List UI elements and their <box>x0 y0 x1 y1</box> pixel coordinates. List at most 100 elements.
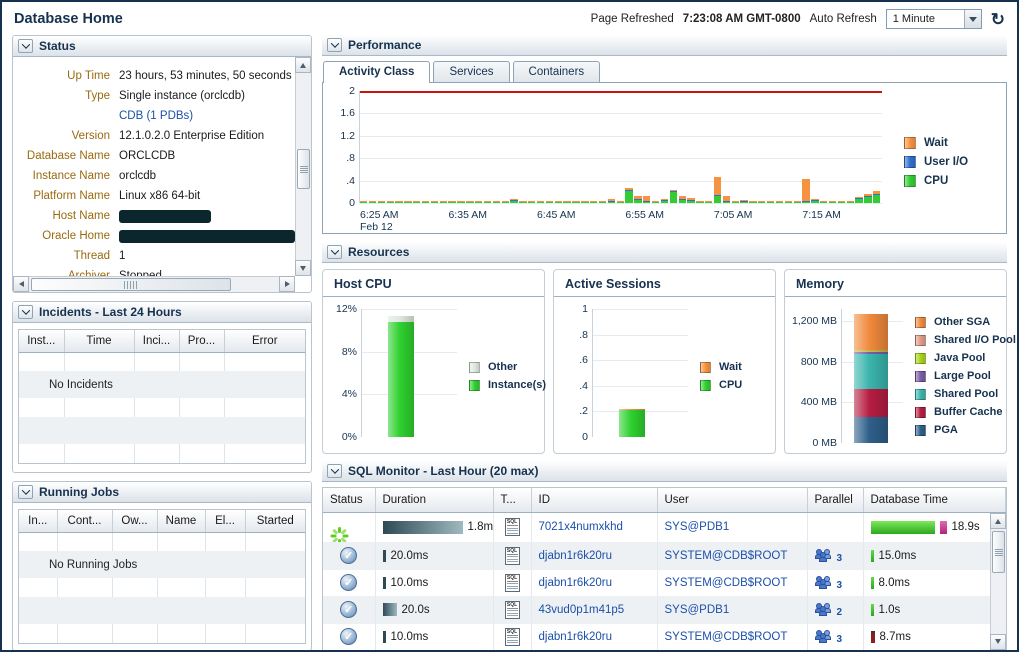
gridline <box>593 334 688 336</box>
memory-title: Memory <box>785 270 1006 297</box>
legend-label: CPU <box>719 379 743 391</box>
column-header[interactable]: T... <box>493 488 532 513</box>
incidents-panel: Incidents - Last 24 Hours Inst... Time I… <box>12 301 312 473</box>
tab-services[interactable]: Services <box>433 61 510 82</box>
column-header[interactable]: User <box>657 488 808 513</box>
column-header[interactable]: Parallel <box>807 488 864 513</box>
tab-containers[interactable]: Containers <box>512 61 601 82</box>
sql-id-link[interactable]: djabn1r6k20ru <box>539 577 613 589</box>
tab-activity-class[interactable]: Activity Class <box>323 61 431 83</box>
column-header[interactable]: Started <box>245 510 305 533</box>
scroll-thumb[interactable] <box>297 149 310 189</box>
column-header[interactable]: Duration <box>375 488 494 513</box>
activity-bar <box>705 200 713 202</box>
activity-bar <box>483 200 492 202</box>
scroll-up-button[interactable] <box>990 513 1006 529</box>
activity-bar <box>731 200 739 202</box>
activity-bar <box>501 201 509 203</box>
auto-refresh-select[interactable]: 1 Minute <box>885 9 982 29</box>
resources-row: Host CPU 12% 8% 4% 0% Other Instance(s) Acti… <box>322 269 1016 454</box>
activity-bar <box>563 201 571 203</box>
refresh-icon[interactable]: ↻ <box>991 11 1005 28</box>
column-header[interactable]: Ow... <box>112 510 158 533</box>
activity-bar <box>598 201 607 203</box>
column-header[interactable]: Database Time <box>863 488 1006 513</box>
activity-bar <box>395 200 403 202</box>
activity-bar <box>846 200 854 202</box>
scroll-thumb[interactable] <box>992 531 1005 573</box>
memory-chart: 1,200 MB 800 MB 400 MB 0 MB Other SGA Shared… <box>785 297 1016 453</box>
sql-id-link[interactable]: 43vud0p1m41p5 <box>539 604 625 616</box>
activity-bar <box>439 201 447 202</box>
legend-swatch <box>469 361 480 373</box>
completed-status-icon: ✓ <box>340 547 358 564</box>
status-label: Version <box>71 130 110 142</box>
running-jobs-panel: Running Jobs In... Cont... Ow... Name El… <box>12 481 312 650</box>
status-value: ORCLCDB <box>119 150 176 162</box>
y-tick-label: 0% <box>341 431 357 443</box>
gridline <box>593 385 688 387</box>
column-header[interactable]: Error <box>224 330 305 353</box>
column-header[interactable]: Status <box>323 488 376 513</box>
column-header[interactable]: El... <box>205 510 246 533</box>
scroll-right-button[interactable] <box>279 276 295 292</box>
dropdown-arrow-button[interactable] <box>963 10 981 28</box>
legend-label: Large Pool <box>934 370 991 382</box>
scroll-up-button[interactable] <box>295 57 311 73</box>
activity-bar <box>811 200 819 203</box>
activity-bar <box>492 201 501 203</box>
column-header[interactable]: Inst... <box>19 330 65 353</box>
column-header[interactable]: Name <box>157 510 206 533</box>
scroll-down-button[interactable] <box>990 633 1006 650</box>
scroll-left-button[interactable] <box>13 276 29 292</box>
activity-bar <box>828 200 837 202</box>
collapse-button[interactable] <box>327 38 342 52</box>
table-row <box>19 444 305 463</box>
activity-bar <box>625 190 633 203</box>
collapse-button[interactable] <box>18 485 33 499</box>
column-header[interactable]: Inci... <box>134 330 180 353</box>
sql-monitor-vertical-scrollbar[interactable] <box>990 513 1006 650</box>
activity-bar <box>811 199 819 201</box>
y-tick-label: .8 <box>346 152 355 165</box>
activity-bar <box>501 201 509 202</box>
activity-bar <box>749 201 757 203</box>
status-horizontal-scrollbar[interactable] <box>13 276 295 292</box>
table-row <box>19 597 305 624</box>
activity-bar <box>828 201 837 203</box>
legend-swatch <box>700 361 711 373</box>
status-value: 12.1.0.2.0 Enterprise Edition <box>119 130 265 142</box>
column-header[interactable]: Time <box>64 330 135 353</box>
status-title: Status <box>39 39 76 53</box>
sql-id-link[interactable]: djabn1r6k20ru <box>539 631 613 643</box>
y-tick-label: .4 <box>579 379 588 392</box>
status-label: Platform Name <box>33 190 110 202</box>
cdb-pdbs-link[interactable]: CDB (1 PDBs) <box>119 110 193 122</box>
scroll-thumb[interactable] <box>31 278 231 291</box>
collapse-button[interactable] <box>327 464 342 478</box>
column-header[interactable]: Cont... <box>57 510 113 533</box>
refreshed-time: 7:23:08 AM GMT-0800 <box>682 13 801 25</box>
scroll-down-button[interactable] <box>295 260 311 276</box>
activity-bar <box>687 200 695 203</box>
status-vertical-scrollbar[interactable] <box>295 57 311 276</box>
activity-bar <box>439 201 447 203</box>
legend-item: Large Pool <box>915 370 1016 382</box>
sql-id-link[interactable]: djabn1r6k20ru <box>539 550 613 562</box>
collapse-button[interactable] <box>18 305 33 319</box>
column-header[interactable]: Pro... <box>179 330 225 353</box>
column-header[interactable]: In... <box>19 510 58 533</box>
activity-bar <box>678 196 686 200</box>
host-cpu-legend: Other Instance(s) <box>457 309 546 443</box>
sql-monitor-rows: 1.8m SQL 7021x4numxkhd SYS@PDB1 18.9s ✓ … <box>323 512 1006 650</box>
activity-bar <box>793 201 801 203</box>
column-header[interactable]: ID <box>531 488 658 513</box>
y-tick-label: 0 <box>582 431 588 443</box>
collapse-button[interactable] <box>18 39 33 53</box>
collapse-button[interactable] <box>327 245 342 259</box>
activity-bar <box>616 201 624 202</box>
y-tick-label: 800 MB <box>800 355 837 368</box>
activity-bar <box>536 200 545 202</box>
sql-id-link[interactable]: 7021x4numxkhd <box>539 521 623 533</box>
activity-bar <box>775 200 784 202</box>
